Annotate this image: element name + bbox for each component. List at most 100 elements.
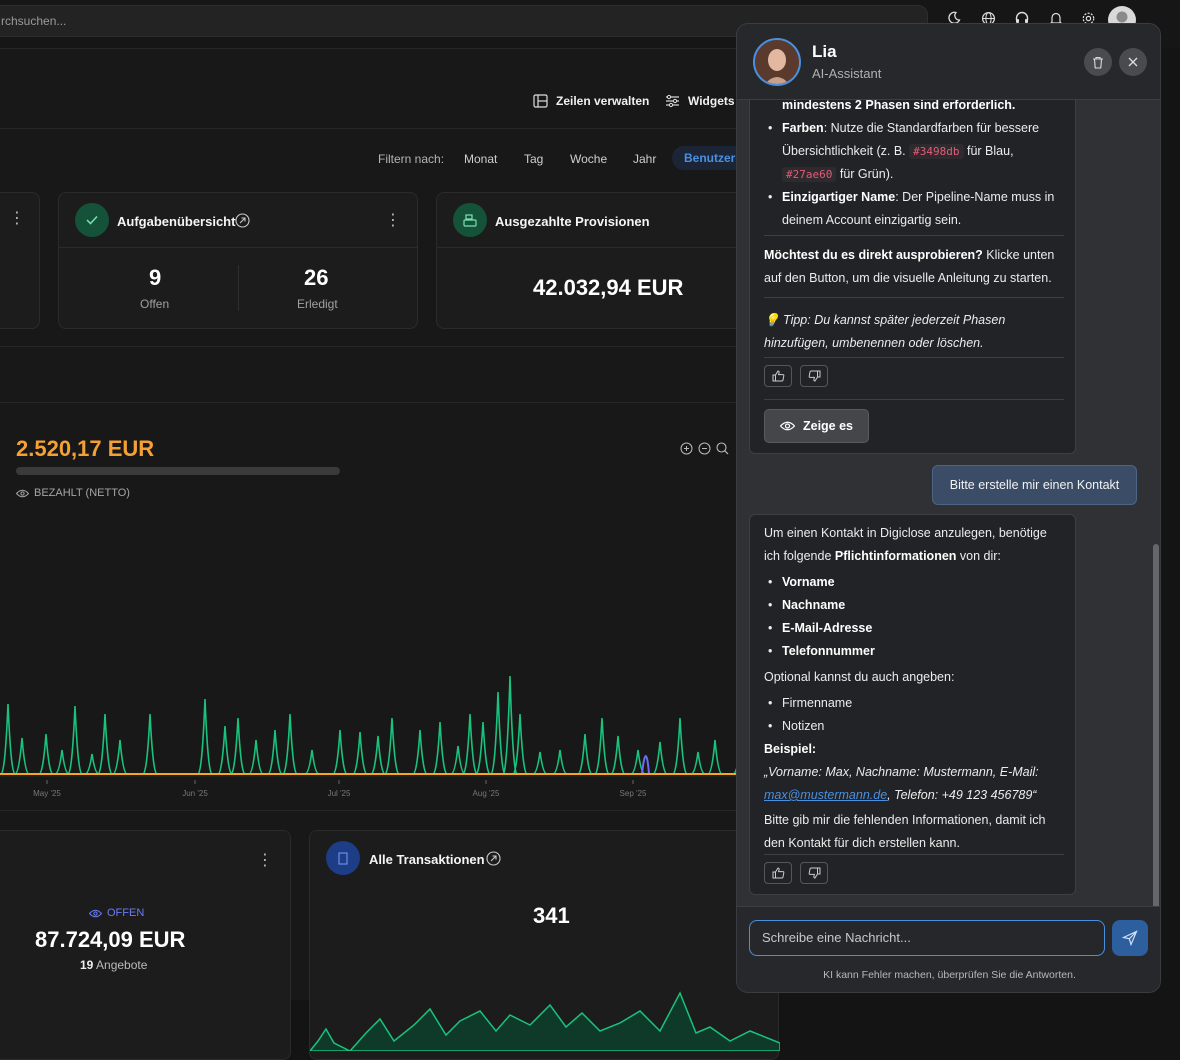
magnifier-icon[interactable] [716,442,729,458]
external-link-icon[interactable] [486,851,501,869]
widgets-button[interactable]: Widgets [665,94,735,108]
code-blue: #3498db [909,144,964,159]
list-item: • Firmenname [768,696,853,710]
more-icon[interactable]: ⋮ [385,213,401,229]
cash-register-icon [453,203,487,237]
open-tasks-count: 9 [149,265,162,290]
x-tick-label: Sep '25 [620,789,647,798]
filter-label: Filtern nach: [378,152,445,166]
tip-text: 💡 Tipp: Du kannst später jederzeit Phase… [764,313,1006,350]
user-message-text: Bitte erstelle mir einen Kontakt [949,478,1120,492]
filter-year[interactable]: Jahr [633,152,656,166]
offers-value: 87.724,09 EUR [35,927,186,952]
list-item: • Telefonnummer [768,644,875,658]
divider [437,247,769,248]
filter-day[interactable]: Tag [524,152,543,166]
eye-icon [779,421,795,431]
list-item: • Nachname [768,598,846,612]
layout-rows-icon [533,94,548,108]
manage-rows-label: Zeilen verwalten [556,94,650,108]
assistant-role: AI-Assistant [812,66,882,81]
manage-rows-button[interactable]: Zeilen verwalten [533,94,649,108]
revenue-label: BEZAHLT (NETTO) [34,487,130,499]
tasks-title[interactable]: Aufgabenübersicht [117,214,235,229]
divider [0,402,760,403]
divider [764,399,1064,400]
thumbs-down-icon[interactable] [800,862,828,884]
try-text: Möchtest du es direkt ausprobieren? Klic… [764,248,1055,285]
message-text: Um einen Kontakt in Digiclose anzulegen,… [764,522,1074,855]
list-item-cont: Übersichtlichkeit (z. B. #3498db für Bla… [782,144,1014,159]
offers-status-row: OFFEN [89,907,144,919]
thumbs-down-icon[interactable] [800,365,828,387]
commissions-title[interactable]: Ausgezahlte Provisionen [495,214,650,229]
list-item: • Notizen [768,719,825,733]
open-tasks-label: Offen [140,297,170,311]
widgets-label: Widgets [688,94,735,108]
dashboard-main: Zeilen verwalten Widgets Filtern nach: M… [0,48,780,1060]
assistant-message-1: mindestens 2 Phasen sind erforderlich. •… [749,74,1076,454]
show-me-button[interactable]: Zeige es [764,409,869,443]
offers-count: 19 [80,958,94,972]
list-item: • Vorname [768,575,835,589]
offers-count-row: 19 Angebote [80,958,147,972]
assistant-name: Lia [812,42,837,61]
delete-chat-button[interactable] [1084,48,1112,76]
x-tick-label: Aug '25 [473,789,500,798]
search-placeholder: rchsuchen... [1,14,67,28]
close-icon [1128,57,1138,67]
assistant-avatar [753,38,801,86]
message-input[interactable]: Schreibe eine Nachricht... [749,920,1105,956]
message-input-placeholder: Schreibe eine Nachricht... [762,930,911,945]
divider [764,235,1064,236]
x-tick-label: Jul '25 [328,789,351,798]
list-item: • Einzigartiger Name: Der Pipeline-Name m… [768,190,1055,204]
zoom-out-icon[interactable] [698,442,711,458]
chart-series-line [0,675,760,775]
check-icon [75,203,109,237]
transactions-sparkline [310,991,780,1051]
revenue-label-row: BEZAHLT (NETTO) [16,487,130,499]
zoom-in-icon[interactable] [680,442,693,458]
offers-status: OFFEN [107,907,145,919]
code-green: #27ae60 [782,167,837,182]
external-link-icon[interactable] [235,213,250,231]
trash-icon [1093,56,1103,69]
divider [59,247,417,248]
more-icon[interactable]: ⋮ [257,853,273,869]
divider [0,346,760,347]
message-text: mindestens 2 Phasen sind erforderlich. •… [764,94,1074,232]
chat-header: Lia AI-Assistant [737,24,1160,100]
eye-icon [16,489,29,497]
divider [764,297,1064,298]
divider [764,357,1064,358]
transactions-value: 341 [533,903,570,928]
offers-count-label: Angebote [96,958,148,972]
filter-week[interactable]: Woche [570,152,607,166]
transactions-title[interactable]: Alle Transaktionen [369,852,485,867]
send-icon [1122,930,1138,946]
user-message: Bitte erstelle mir einen Kontakt [932,465,1137,505]
offers-card: ⋮ OFFEN 87.724,09 EUR 19 Angebote [0,830,291,1060]
commissions-value: 42.032,94 EUR [533,275,684,300]
chart-series-line-secondary [641,755,650,775]
transactions-card: Alle Transaktionen 341 [309,830,780,1060]
chat-panel: mindestens 2 Phasen sind erforderlich. •… [736,23,1161,993]
email-link[interactable]: max@mustermann.de [764,788,887,802]
receipt-icon [326,841,360,875]
send-button[interactable] [1112,920,1148,956]
filter-month[interactable]: Monat [464,152,497,166]
divider [0,810,760,811]
list-item: • E-Mail-Adresse [768,621,873,635]
close-chat-button[interactable] [1119,48,1147,76]
divider [238,265,239,311]
revenue-chart: May '25 Jun '25 Jul '25 Aug '25 Sep '25 [0,675,760,798]
assistant-message-2: Um einen Kontakt in Digiclose anzulegen,… [749,514,1076,895]
x-tick-label: May '25 [33,789,61,798]
thumbs-up-icon[interactable] [764,862,792,884]
done-tasks-label: Erledigt [297,297,338,311]
more-icon[interactable]: ⋮ [9,211,25,227]
list-item-cont: #27ae60 für Grün). [764,163,1074,186]
thumbs-up-icon[interactable] [764,365,792,387]
chat-scrollbar[interactable] [1153,544,1159,909]
